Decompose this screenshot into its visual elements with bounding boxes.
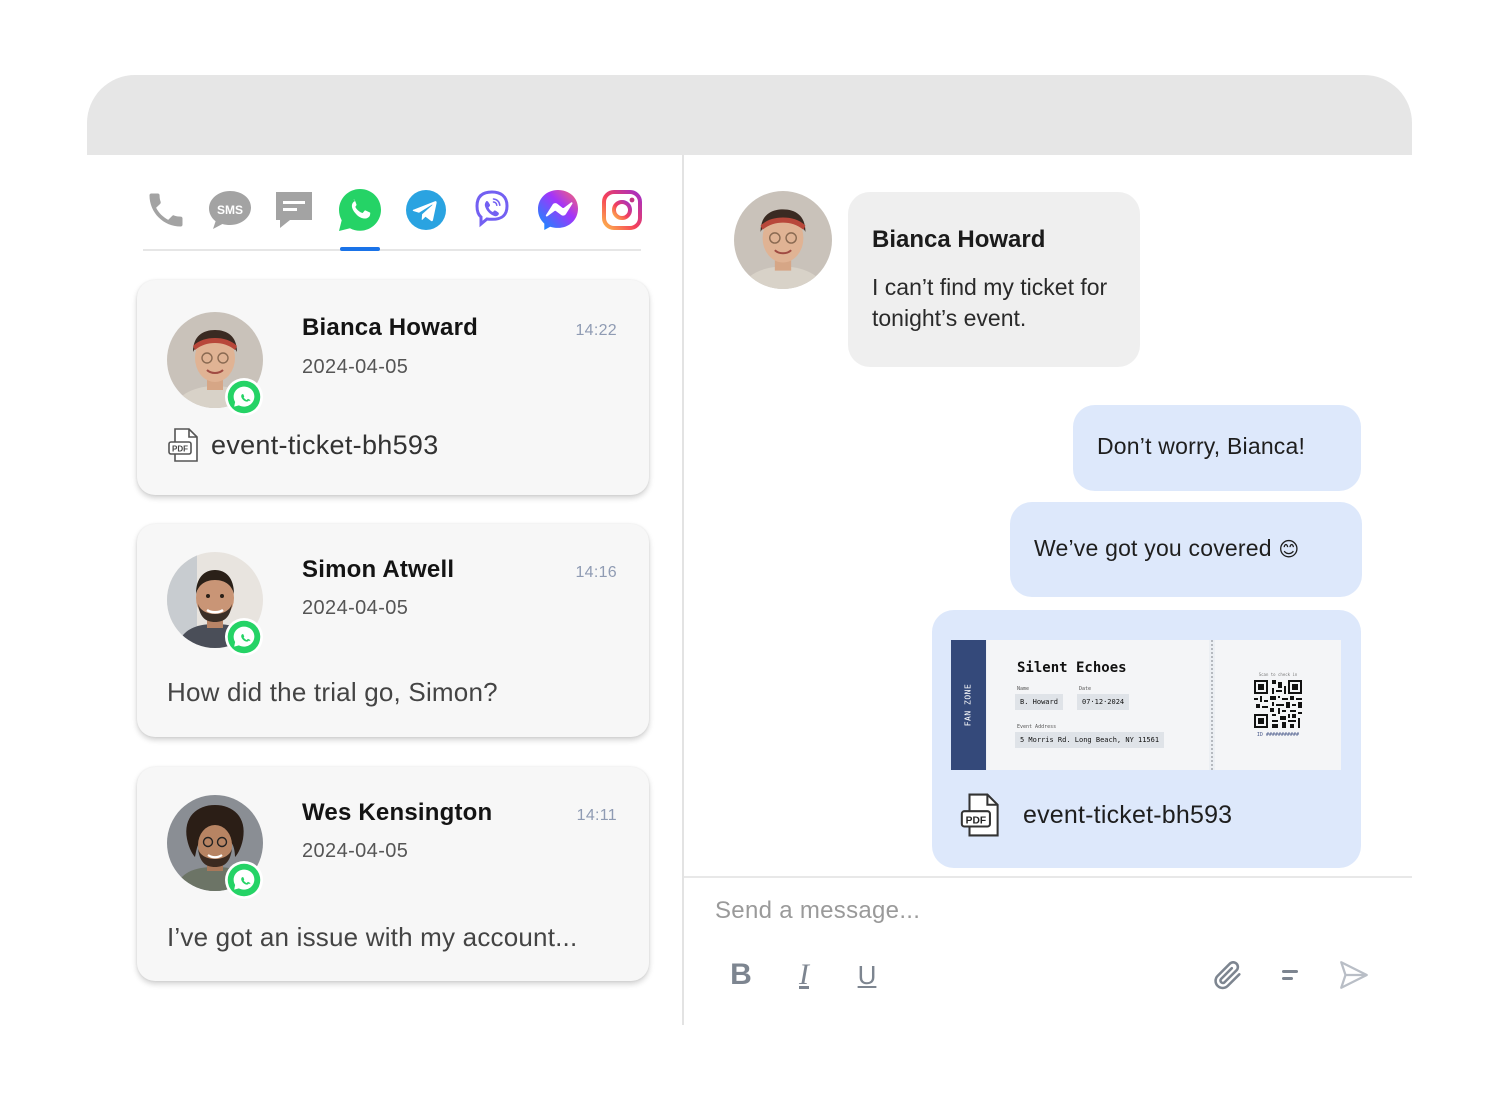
ticket-address-value: 5 Morris Rd. Long Beach, NY 11561 bbox=[1015, 732, 1165, 748]
conversation-time: 14:16 bbox=[575, 564, 617, 581]
tab-instagram[interactable] bbox=[599, 187, 645, 233]
conversation-date: 2024-04-05 bbox=[302, 356, 409, 378]
chat-avatar bbox=[734, 191, 832, 289]
whatsapp-badge bbox=[225, 378, 263, 416]
underline-button[interactable]: U bbox=[847, 955, 887, 995]
ticket-perforation bbox=[1211, 640, 1213, 770]
whatsapp-icon bbox=[227, 620, 261, 654]
message-text: We’ve got you covered 😊 bbox=[1034, 535, 1299, 562]
message-text-body: We’ve got you covered bbox=[1034, 535, 1272, 561]
smile-emoji-icon: 😊 bbox=[1278, 539, 1300, 561]
bold-button[interactable]: B bbox=[721, 955, 761, 995]
italic-icon: I bbox=[799, 958, 809, 991]
chat-icon bbox=[276, 192, 312, 228]
pdf-file-icon: PDF bbox=[960, 793, 999, 837]
contact-name: Simon Atwell bbox=[302, 556, 455, 583]
app-window: SMS Bianca Howard 2024-04-05 14:22 PDF e… bbox=[87, 75, 1412, 1025]
qr-code-icon bbox=[1254, 680, 1302, 728]
ticket-date-value: 07·12·2024 bbox=[1077, 694, 1130, 710]
ticket-stub: FAN ZONE bbox=[951, 640, 986, 770]
message-text: I can’t find my ticket for tonight’s eve… bbox=[872, 274, 1108, 331]
attach-icon bbox=[1214, 961, 1241, 990]
whatsapp-icon bbox=[227, 380, 261, 414]
phone-icon bbox=[149, 193, 183, 227]
ticket-stub-text: FAN ZONE bbox=[963, 683, 973, 727]
template-icon bbox=[1282, 970, 1298, 980]
conversation-card-simon-atwell[interactable]: Simon Atwell 2024-04-05 14:16 How did th… bbox=[137, 524, 649, 737]
incoming-message-bubble: Bianca Howard I can’t find my ticket for… bbox=[848, 192, 1140, 367]
conversation-card-wes-kensington[interactable]: Wes Kensington 2024-04-05 14:11 I’ve got… bbox=[137, 767, 649, 981]
whatsapp-badge bbox=[225, 861, 263, 899]
tab-phone[interactable] bbox=[143, 187, 189, 233]
ticket-body: Silent Echoes Name B. Howard Date 07·12·… bbox=[987, 640, 1209, 770]
file-name: event-ticket-bh593 bbox=[211, 429, 439, 460]
conversation-time: 14:11 bbox=[576, 807, 617, 824]
ticket-id: ID ########### bbox=[1256, 732, 1300, 738]
message-sender: Bianca Howard bbox=[872, 226, 1046, 253]
whatsapp-badge bbox=[225, 618, 263, 656]
viber-icon bbox=[475, 190, 509, 228]
ticket-date-label: Date bbox=[1079, 686, 1092, 692]
messenger-icon bbox=[538, 190, 578, 230]
contact-name: Wes Kensington bbox=[302, 799, 493, 826]
file-preview: PDF event-ticket-bh593 bbox=[167, 427, 439, 463]
tab-telegram[interactable] bbox=[403, 187, 449, 233]
pane-divider bbox=[682, 155, 684, 1025]
tab-messenger[interactable] bbox=[535, 187, 581, 233]
ticket-qr-section: Scan to check in ID ########### bbox=[1215, 640, 1341, 770]
template-button[interactable] bbox=[1271, 955, 1311, 995]
telegram-icon bbox=[406, 190, 446, 230]
composer-divider bbox=[684, 876, 1412, 878]
attach-button[interactable] bbox=[1208, 955, 1248, 995]
conversation-date: 2024-04-05 bbox=[302, 840, 409, 862]
active-tab-indicator bbox=[340, 247, 380, 251]
ticket-title: Silent Echoes bbox=[1017, 660, 1127, 676]
instagram-icon bbox=[602, 190, 642, 230]
ticket-name-label: Name bbox=[1017, 686, 1030, 692]
tab-chat[interactable] bbox=[271, 187, 317, 233]
message-preview: I’ve got an issue with my account... bbox=[167, 922, 578, 952]
outgoing-message-bubble: Don’t worry, Bianca! bbox=[1073, 405, 1361, 491]
message-preview: How did the trial go, Simon? bbox=[167, 677, 498, 707]
pdf-file-icon-label: PDF bbox=[966, 815, 986, 826]
message-text: Don’t worry, Bianca! bbox=[1097, 433, 1306, 459]
underline-icon: U bbox=[857, 959, 877, 990]
send-button[interactable] bbox=[1334, 955, 1374, 995]
send-icon bbox=[1340, 961, 1368, 989]
pdf-file-icon: PDF bbox=[168, 428, 198, 462]
message-input[interactable] bbox=[715, 893, 1315, 929]
italic-button[interactable]: I bbox=[784, 955, 824, 995]
conversation-time: 14:22 bbox=[575, 322, 617, 339]
outgoing-message-bubble: We’ve got you covered 😊 bbox=[1010, 502, 1362, 597]
tab-whatsapp[interactable] bbox=[337, 187, 383, 233]
attachment-file-name: event-ticket-bh593 bbox=[1023, 800, 1233, 829]
conversation-card-bianca-howard[interactable]: Bianca Howard 2024-04-05 14:22 PDF event… bbox=[137, 280, 649, 495]
sms-icon: SMS bbox=[209, 191, 251, 229]
whatsapp-icon bbox=[339, 189, 381, 231]
whatsapp-icon bbox=[227, 863, 261, 897]
sms-icon-label: SMS bbox=[217, 203, 243, 217]
pdf-file-icon-label: PDF bbox=[172, 445, 188, 454]
contact-name: Bianca Howard bbox=[302, 314, 478, 341]
channel-tabs: SMS bbox=[143, 187, 643, 253]
tab-sms[interactable]: SMS bbox=[207, 187, 253, 233]
window-titlebar bbox=[87, 75, 1412, 155]
conversation-date: 2024-04-05 bbox=[302, 597, 409, 619]
attachment-message-bubble[interactable]: FAN ZONE Silent Echoes Name B. Howard Da… bbox=[932, 610, 1361, 868]
attachment-file[interactable]: PDF event-ticket-bh593 bbox=[959, 792, 1232, 838]
ticket-name-value: B. Howard bbox=[1015, 694, 1063, 710]
tab-viber[interactable] bbox=[469, 187, 515, 233]
channel-tabs-baseline bbox=[143, 249, 641, 251]
bold-icon: B bbox=[730, 958, 752, 991]
ticket-preview[interactable]: FAN ZONE Silent Echoes Name B. Howard Da… bbox=[951, 640, 1341, 770]
ticket-address-label: Event Address bbox=[1017, 724, 1057, 730]
qr-hint: Scan to check in bbox=[1258, 672, 1298, 677]
